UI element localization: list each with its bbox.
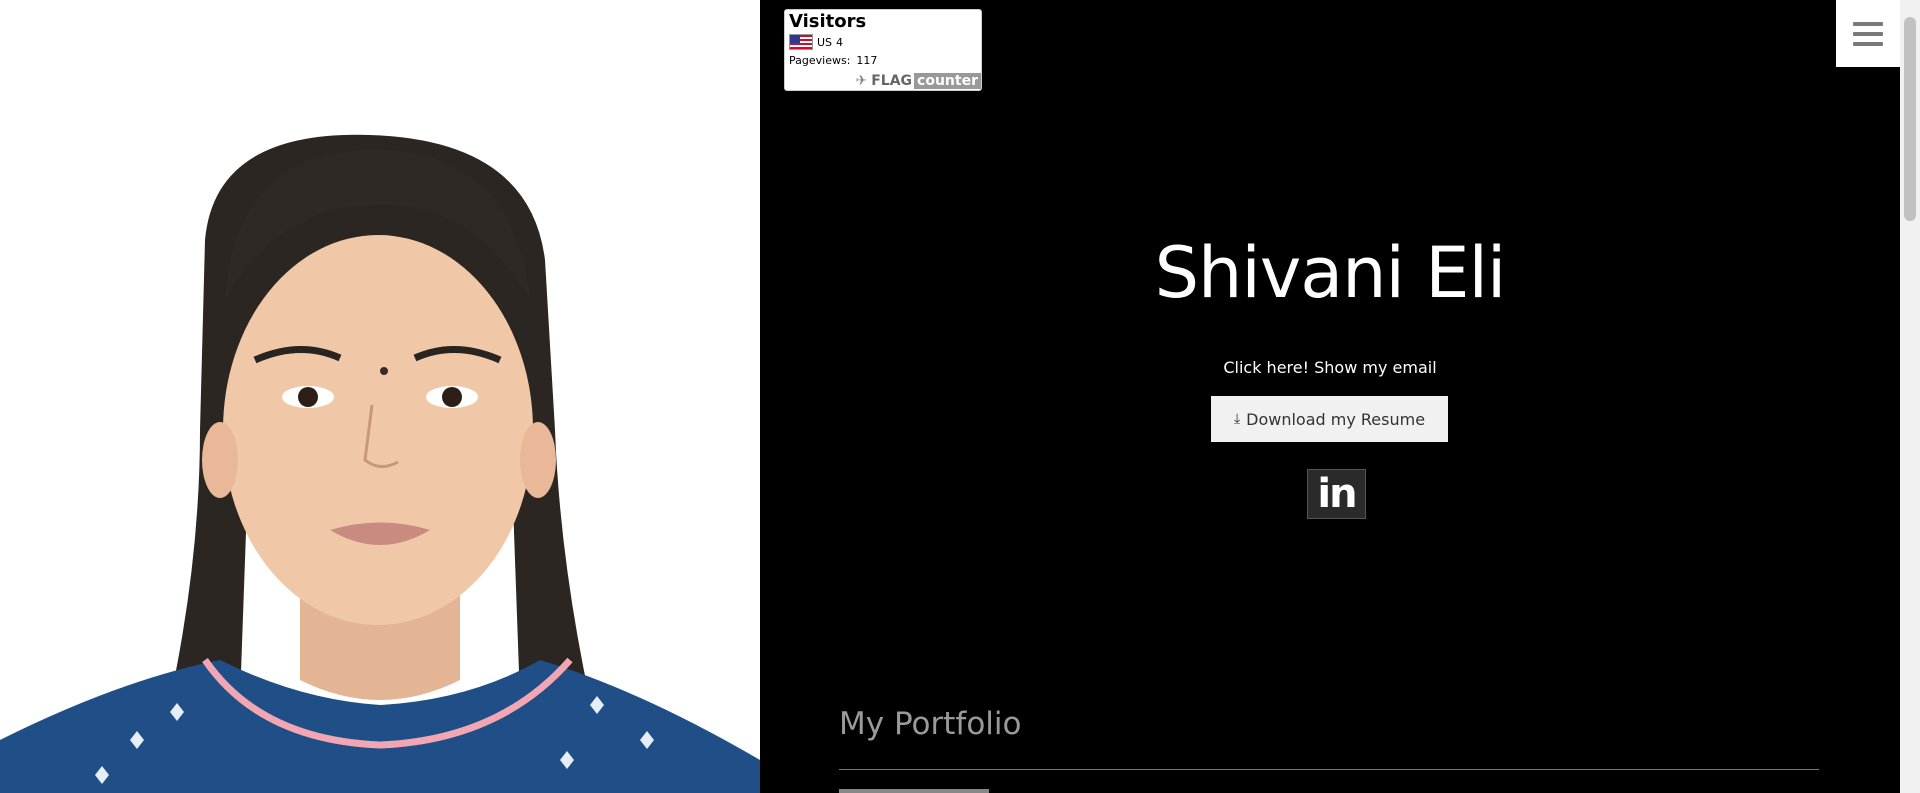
linkedin-icon[interactable]: in: [1307, 469, 1366, 519]
us-flag-icon: [789, 34, 813, 50]
portfolio-divider: [839, 769, 1819, 770]
page-scrollbar[interactable]: [1900, 0, 1920, 793]
flag-counter-country-row: US 4: [789, 34, 843, 50]
country-code: US: [817, 35, 833, 49]
portfolio-tab-indicator[interactable]: [839, 789, 989, 793]
portfolio-heading: My Portfolio: [839, 706, 1022, 742]
plane-icon: ✈: [855, 73, 868, 89]
download-icon: ⤓: [1233, 411, 1241, 427]
pageviews-row: Pageviews: 117: [789, 54, 877, 67]
download-resume-label: Download my Resume: [1246, 409, 1426, 429]
country-visitors: 4: [836, 35, 844, 49]
download-resume-button[interactable]: ⤓ Download my Resume: [1211, 396, 1448, 442]
scrollbar-thumb[interactable]: [1904, 17, 1916, 221]
hamburger-line: [1853, 21, 1883, 26]
hamburger-line: [1853, 41, 1883, 46]
profile-photo: [0, 0, 760, 793]
flag-counter-title: Visitors: [789, 11, 867, 32]
hamburger-icon[interactable]: [1836, 0, 1900, 67]
brand-flag: FLAG: [871, 73, 913, 89]
pageviews-value: 117: [856, 54, 878, 67]
profile-name: Shivani Eli: [1154, 232, 1507, 314]
hamburger-line: [1853, 31, 1883, 36]
flag-counter-widget[interactable]: Visitors US 4 Pageviews: 117 ✈ FLAG coun…: [784, 9, 982, 91]
pageviews-label: Pageviews:: [789, 54, 851, 67]
linkedin-label: in: [1317, 471, 1357, 517]
brand-counter: counter: [914, 73, 981, 89]
show-email-link[interactable]: Click here! Show my email: [1180, 358, 1480, 377]
flag-counter-logo: ✈ FLAG counter: [855, 72, 981, 90]
